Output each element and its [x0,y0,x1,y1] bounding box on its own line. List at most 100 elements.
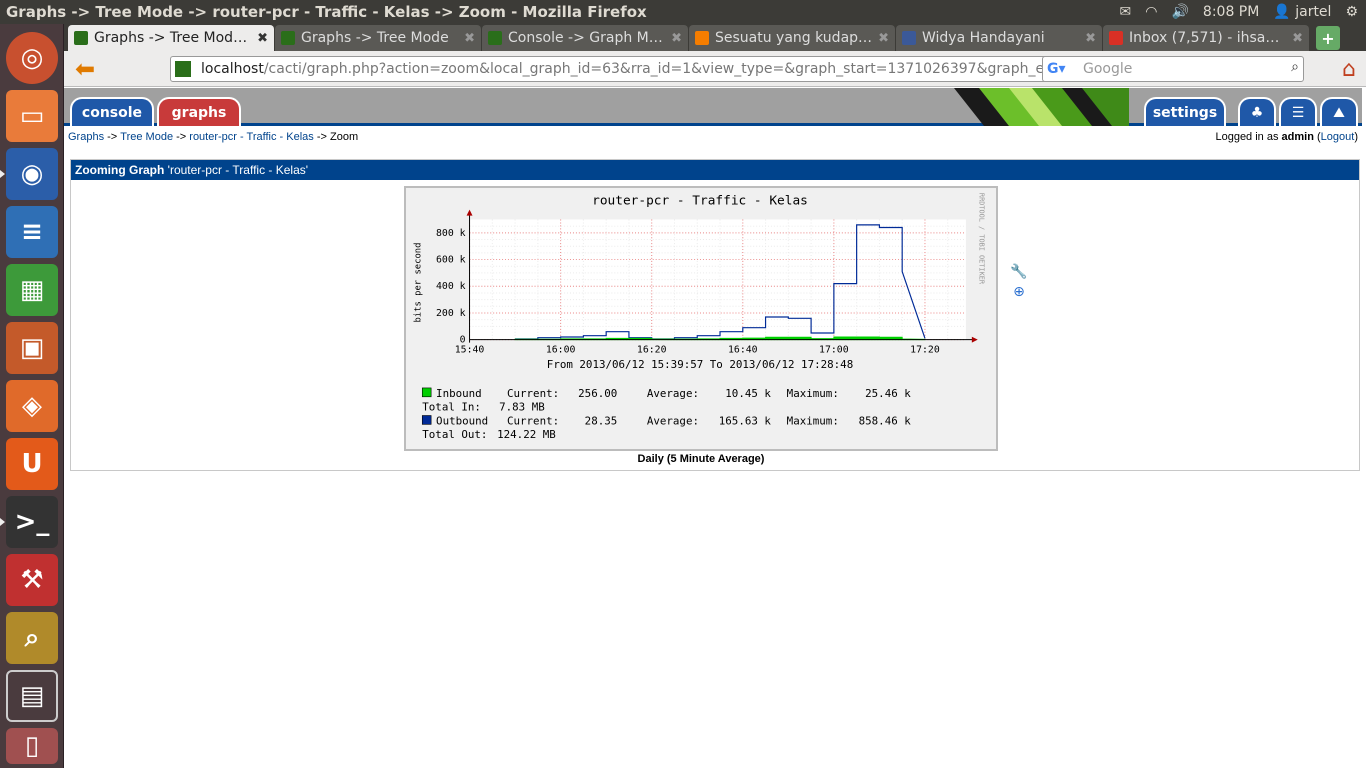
close-icon[interactable]: ✖ [1085,31,1096,46]
trash-icon[interactable]: ▯ [6,728,58,764]
legend-average-label: Average: [647,414,699,427]
url-host: localhost [201,61,264,77]
close-icon[interactable]: ✖ [464,31,475,46]
graphs-tab[interactable]: graphs [157,97,241,126]
close-icon[interactable]: ✖ [671,31,682,46]
terminal-icon[interactable]: >_ [0,496,58,548]
url-path: /cacti/graph.php?action=zoom&local_graph… [263,61,1092,77]
tab-2[interactable]: Console -> Graph Ma... ✖ [482,25,688,51]
x-tick-label: 16:00 [546,344,576,355]
zoom-header-bold: Zooming Graph [75,163,165,177]
files-icon[interactable]: ▭ [6,90,58,142]
search-box[interactable]: G▾ Google ⌕ [1042,56,1304,82]
legend-total-value: 7.83 MB [499,401,545,414]
zoom-panel: Zooming Graph 'router-pcr - Traffic - Ke… [70,159,1360,471]
wifi-icon[interactable]: ◠ [1145,4,1157,20]
legend-maximum-label: Maximum: [787,414,839,427]
tab-3[interactable]: Sesuatu yang kudapa... ✖ [689,25,895,51]
x-tick-label: 15:40 [455,344,485,355]
search-tool-icon[interactable]: ⌕ [6,612,58,664]
legend-average-value: 10.45 k [725,387,771,400]
logout-link[interactable]: Logout [1321,131,1355,143]
traffic-graph[interactable]: router-pcr - Traffic - Kelas RRDTOOL / T… [404,186,998,451]
calc-icon[interactable]: ▦ [6,264,58,316]
legend-maximum-label: Maximum: [787,387,839,400]
crumb-separator: -> [313,131,330,143]
close-icon[interactable]: ✖ [878,31,889,46]
list-view-icon[interactable]: ☰ [1279,97,1317,126]
unity-launcher: ◎ ▭ ◉ ≡ ▦ ▣ ◈ U >_ ⚒ ⌕ ▤ ▯ [0,24,64,768]
close-icon[interactable]: ✖ [257,31,268,46]
legend-average-value: 165.63 k [719,414,772,427]
wrench-icon[interactable]: 🔧 [1010,264,1027,280]
close-icon[interactable]: ✖ [1292,31,1303,46]
firefox-icon[interactable]: ◉ [0,148,58,200]
login-status: Logged in as admin (Logout) [1215,131,1358,143]
volume-icon[interactable]: 🔊 [1171,4,1188,20]
system-top-bar: Graphs -> Tree Mode -> router-pcr - Traf… [0,0,1366,24]
home-icon: ⌂ [1342,56,1356,82]
crumb-separator: -> [104,131,121,143]
crumb-graphs[interactable]: Graphs [68,131,104,143]
crumb-graph[interactable]: router-pcr - Traffic - Kelas [189,131,314,143]
legend-swatch [421,415,432,425]
legend-total-label: Total In: [422,401,481,414]
search-icon[interactable]: ⌕ [1291,59,1299,75]
legend-current-label: Current: [507,414,559,427]
tab-label: Console -> Graph Ma... [508,30,668,46]
legend-swatch [421,387,432,398]
y-tick-label: 600 k [436,255,466,266]
legend-average-label: Average: [647,387,699,400]
clock[interactable]: 8:08 PM [1203,4,1259,20]
google-engine-icon[interactable]: G▾ [1047,61,1067,77]
settings-tab[interactable]: settings [1144,97,1226,126]
gear-icon[interactable]: ⚙ [1345,4,1358,20]
gmail-favicon-icon [1109,31,1123,45]
tab-5[interactable]: Inbox (7,571) - ihsanb... ✖ [1103,25,1309,51]
back-button[interactable]: ⬅ [70,55,100,83]
system-settings-icon[interactable]: ⚒ [6,554,58,606]
preview-view-icon[interactable]: ⛰ [1320,97,1358,126]
tree-view-icon[interactable]: ♣ [1238,97,1276,126]
legend-total-label: Total Out: [422,428,487,441]
x-tick-label: 16:40 [728,344,758,355]
crumb-tree-mode[interactable]: Tree Mode [120,131,173,143]
home-button[interactable]: ⌂ [1336,56,1362,82]
zoom-icon[interactable]: ⊕ [1011,284,1027,300]
login-prefix: Logged in as [1215,131,1282,143]
legend-total-value: 124.22 MB [497,428,556,441]
ubuntu-one-icon[interactable]: U [6,438,58,490]
chart-range: From 2013/06/12 15:39:57 To 2013/06/12 1… [547,358,853,371]
tab-0[interactable]: Graphs -> Tree Mode ... ✖ [68,25,274,51]
cacti-favicon-icon [281,31,295,45]
writer-icon[interactable]: ≡ [6,206,58,258]
workspaces-icon[interactable]: ▤ [6,670,58,722]
y-tick-label: 400 k [436,281,466,292]
legend-maximum-value: 25.46 k [865,387,911,400]
user-menu[interactable]: 👤 jartel [1273,4,1331,20]
ubuntu-dash-icon[interactable]: ◎ [6,32,58,84]
new-tab-button[interactable]: + [1316,26,1340,50]
tab-1[interactable]: Graphs -> Tree Mode ✖ [275,25,481,51]
x-tick-label: 17:20 [910,344,940,355]
url-bar[interactable]: localhost/cacti/graph.php?action=zoom&lo… [170,56,1100,82]
facebook-favicon-icon [902,31,916,45]
blogger-favicon-icon [695,31,709,45]
graph-actions: 🔧 ⊕ [1010,264,1027,300]
console-tab[interactable]: console [70,97,154,126]
impress-icon[interactable]: ▣ [6,322,58,374]
username: jartel [1295,4,1332,20]
chart-side-label: RRDTOOL / TOBI OETIKER [978,193,986,285]
plot-area: 0200 k400 k600 k800 k15:40 16:00 16:20 16:4… [436,209,978,355]
y-axis-arrow [466,209,473,216]
y-axis-label: bits per second [413,243,423,323]
software-center-icon[interactable]: ◈ [6,380,58,432]
back-arrow-icon: ⬅ [74,54,96,83]
tab-4[interactable]: Widya Handayani ✖ [896,25,1102,51]
y-tick-label: 800 k [436,228,466,239]
tab-label: Graphs -> Tree Mode ... [94,30,254,46]
tab-label: Inbox (7,571) - ihsanb... [1129,30,1289,46]
site-identity-icon[interactable] [175,61,191,77]
mail-icon[interactable]: ✉ [1120,4,1132,20]
breadcrumb: Graphs -> Tree Mode -> router-pcr - Traf… [64,128,1362,146]
